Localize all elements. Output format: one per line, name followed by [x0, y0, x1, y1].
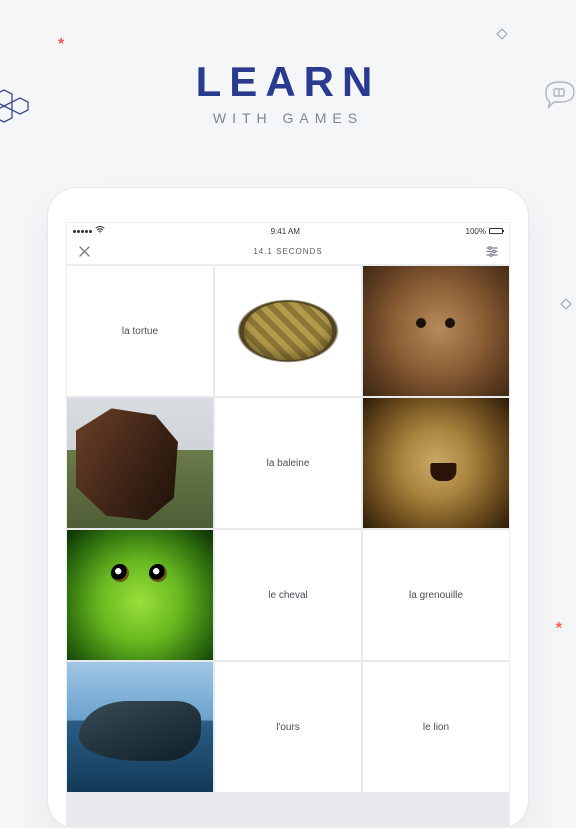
card-text[interactable]: la grenouille: [363, 530, 509, 660]
card-image-lion[interactable]: [363, 398, 509, 528]
cellular-signal-icon: [73, 230, 92, 233]
status-bar: 9:41 AM 100%: [67, 223, 509, 239]
wifi-icon: [95, 226, 105, 236]
battery-icon: [489, 228, 503, 234]
card-label: l'ours: [276, 722, 300, 733]
card-text[interactable]: la baleine: [215, 398, 361, 528]
app-screen: 9:41 AM 100% 14.1 SECONDS: [66, 222, 510, 828]
promo-title: LEARN: [0, 58, 576, 106]
timer-label: 14.1 SECONDS: [253, 247, 322, 256]
card-text[interactable]: la tortue: [67, 266, 213, 396]
card-label: le cheval: [268, 590, 307, 601]
status-time: 9:41 AM: [271, 227, 300, 236]
card-image-bear[interactable]: [363, 266, 509, 396]
card-label: la grenouille: [409, 590, 463, 601]
card-text[interactable]: l'ours: [215, 662, 361, 792]
card-label: la tortue: [122, 326, 158, 337]
card-text[interactable]: le cheval: [215, 530, 361, 660]
status-battery-pct: 100%: [466, 227, 486, 236]
tablet-frame: 9:41 AM 100% 14.1 SECONDS: [48, 188, 528, 828]
card-text[interactable]: le lion: [363, 662, 509, 792]
card-image-whale[interactable]: [67, 662, 213, 792]
close-button[interactable]: [77, 245, 91, 259]
card-image-turtle[interactable]: [215, 266, 361, 396]
settings-sliders-button[interactable]: [485, 245, 499, 259]
promo-subtitle: WITH GAMES: [0, 110, 576, 126]
card-label: la baleine: [267, 458, 310, 469]
card-image-frog[interactable]: [67, 530, 213, 660]
card-label: le lion: [423, 722, 449, 733]
asterisk-icon: *: [556, 620, 562, 638]
diamond-icon: [560, 298, 571, 309]
game-grid: la tortue la baleine le cheval la grenou…: [67, 265, 509, 827]
card-image-horse[interactable]: [67, 398, 213, 528]
nav-bar: 14.1 SECONDS: [67, 239, 509, 265]
